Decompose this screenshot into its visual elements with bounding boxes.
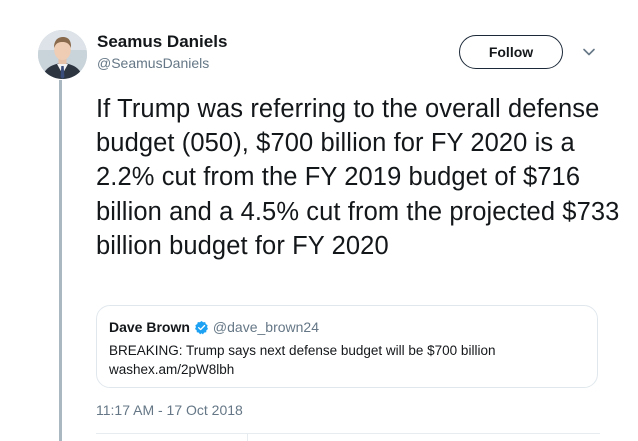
quoted-tweet-card[interactable]: Dave Brown @dave_brown24 BREAKING: Trump…: [96, 305, 598, 388]
quoted-author-handle: @dave_brown24: [212, 319, 319, 335]
quoted-tweet-header: Dave Brown @dave_brown24: [109, 318, 585, 336]
author-avatar[interactable]: [38, 30, 87, 79]
quoted-tweet-body: BREAKING: Trump says next defense budget…: [109, 343, 496, 358]
tweet-text: If Trump was referring to the overall de…: [96, 95, 620, 260]
chevron-down-icon[interactable]: [582, 46, 596, 58]
thread-line: [59, 80, 62, 441]
quoted-author-name: Dave Brown: [109, 319, 190, 335]
follow-button[interactable]: Follow: [459, 35, 563, 69]
divider-tick: [247, 433, 248, 441]
quoted-tweet-link[interactable]: washex.am/2pW8lbh: [109, 360, 585, 379]
verified-badge-icon: [194, 320, 208, 334]
author-display-name[interactable]: Seamus Daniels: [97, 32, 227, 52]
author-handle[interactable]: @SeamusDaniels: [97, 54, 227, 72]
author-block: Seamus Daniels @SeamusDaniels: [97, 32, 227, 72]
divider: [96, 433, 600, 434]
tweet-timestamp[interactable]: 11:17 AM - 17 Oct 2018: [96, 402, 243, 418]
quoted-tweet-text: BREAKING: Trump says next defense budget…: [109, 341, 585, 379]
